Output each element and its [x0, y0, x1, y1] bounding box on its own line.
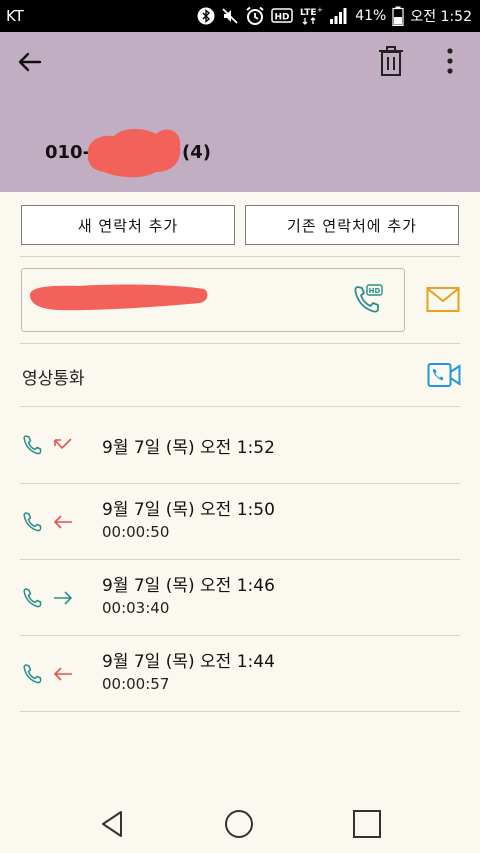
phone-icon — [23, 664, 42, 684]
delete-button[interactable] — [376, 44, 406, 78]
video-call-icon[interactable] — [427, 362, 461, 388]
phone-icon — [23, 512, 42, 532]
call-date: 9월 7일 (목) 오전 1:46 — [102, 576, 275, 596]
status-bar: KT HD LTE + 41% 오전 1:52 — [0, 0, 480, 32]
navigation-bar — [0, 790, 480, 853]
phone-number-field[interactable]: HD — [21, 268, 405, 332]
incoming-call-icon — [53, 515, 72, 529]
svg-text:LTE: LTE — [300, 8, 317, 18]
back-arrow-icon — [18, 52, 42, 72]
hd-call-icon[interactable]: HD — [352, 283, 384, 315]
number-suffix: (4) — [182, 142, 212, 163]
nav-recents-icon[interactable] — [351, 808, 383, 840]
divider — [20, 256, 460, 257]
missed-call-icon — [54, 438, 72, 450]
video-call-row[interactable]: 영상통화 — [0, 344, 480, 406]
nav-home-icon[interactable] — [223, 808, 255, 840]
call-duration: 00:00:50 — [102, 523, 170, 541]
svg-text:HD: HD — [369, 287, 381, 295]
status-icons: HD LTE + 41% 오전 1:52 — [197, 6, 472, 26]
message-button[interactable] — [426, 286, 460, 314]
call-date: 9월 7일 (목) 오전 1:50 — [102, 500, 275, 520]
phone-icon — [23, 435, 42, 455]
alarm-icon — [245, 6, 265, 26]
battery-percent: 41% — [355, 8, 387, 24]
battery-icon — [392, 6, 404, 26]
svg-text:HD: HD — [275, 13, 290, 23]
signal-icon — [329, 7, 349, 25]
clock: 오전 1:52 — [410, 9, 472, 25]
bluetooth-icon — [197, 7, 215, 25]
call-date: 9월 7일 (목) 오전 1:44 — [102, 652, 275, 672]
lte-icon: LTE + — [299, 6, 323, 26]
call-duration: 00:03:40 — [102, 599, 170, 617]
call-log-item[interactable]: 9월 7일 (목) 오전 1:44 00:00:57 — [0, 635, 480, 712]
nav-back-icon[interactable] — [97, 808, 129, 840]
redaction-mark — [87, 129, 181, 178]
more-options-button[interactable] — [438, 44, 462, 78]
call-log-item[interactable]: 9월 7일 (목) 오전 1:46 00:03:40 — [0, 559, 480, 636]
add-to-existing-button[interactable]: 기존 연락처에 추가 — [245, 205, 459, 245]
back-button[interactable] — [14, 46, 46, 78]
hd-voice-icon: HD — [271, 7, 293, 25]
contact-header: 010- (4) — [0, 32, 480, 192]
phone-icon — [23, 588, 42, 608]
svg-text:+: + — [317, 6, 323, 14]
redaction-mark — [30, 284, 208, 311]
new-contact-button[interactable]: 새 연락처 추가 — [21, 205, 235, 245]
divider — [20, 711, 460, 712]
call-log-item[interactable]: 9월 7일 (목) 오전 1:52 — [0, 407, 480, 484]
outgoing-call-icon — [54, 591, 73, 605]
call-log-item[interactable]: 9월 7일 (목) 오전 1:50 00:00:50 — [0, 483, 480, 560]
mute-icon — [221, 7, 239, 25]
carrier-label: KT — [6, 7, 24, 25]
video-call-label: 영상통화 — [22, 369, 85, 389]
more-vert-icon — [447, 48, 453, 74]
incoming-call-icon — [53, 667, 72, 681]
trash-icon — [379, 46, 403, 76]
call-duration: 00:00:57 — [102, 675, 170, 693]
add-contact-actions: 새 연락처 추가 기존 연락처에 추가 — [21, 205, 459, 245]
call-date: 9월 7일 (목) 오전 1:52 — [102, 438, 275, 458]
